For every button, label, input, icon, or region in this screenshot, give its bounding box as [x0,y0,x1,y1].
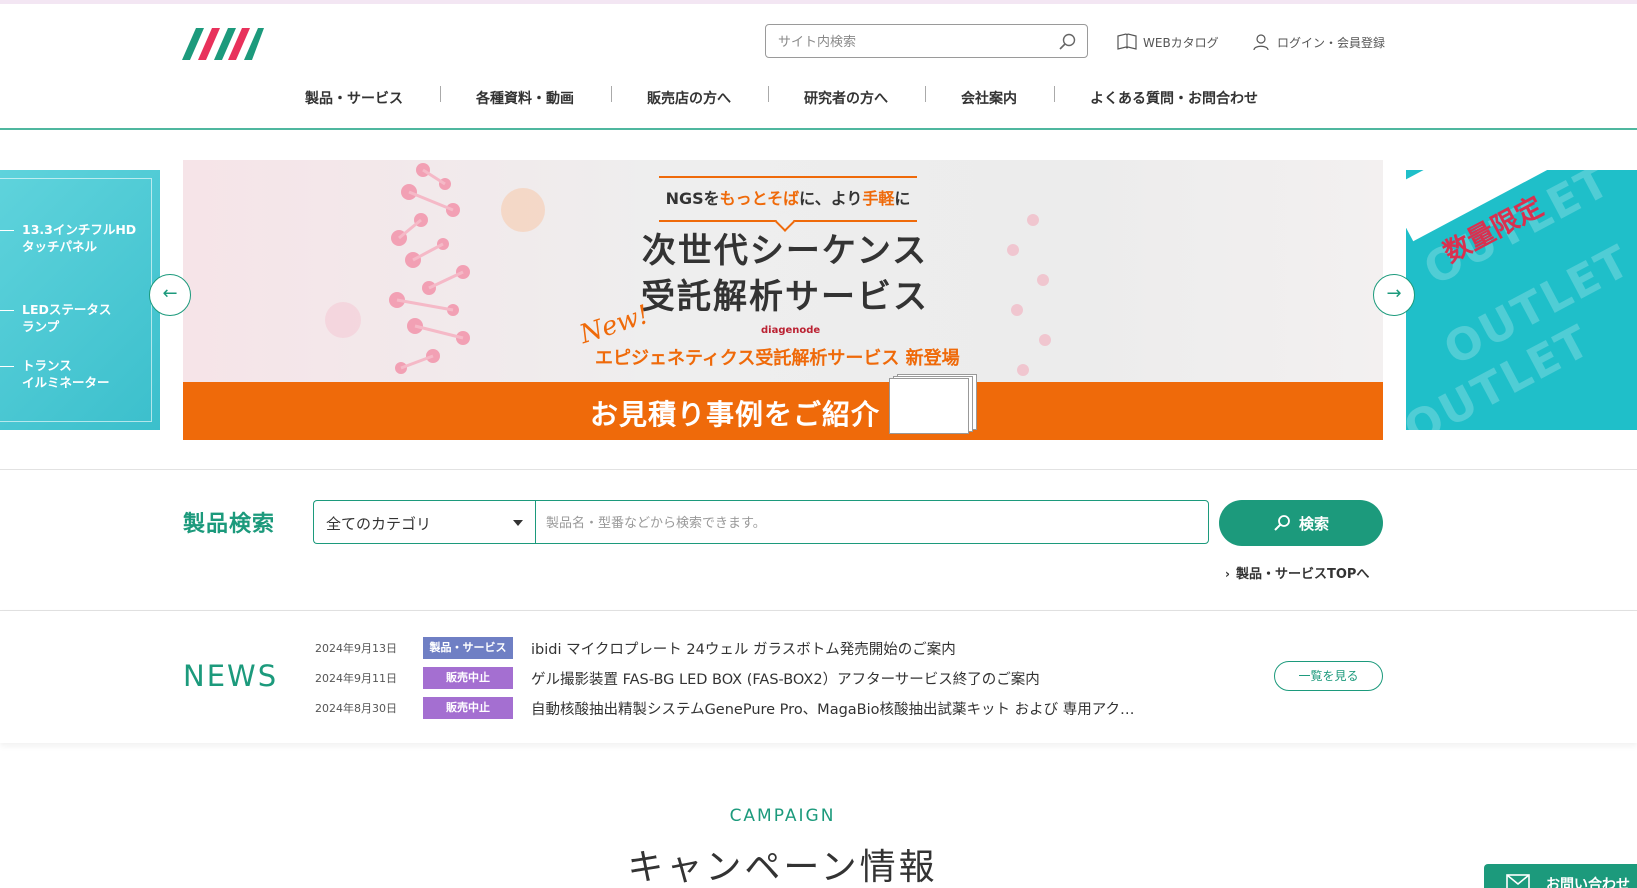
site-header: WEBカタログ ログイン・会員登録 製品・サービス 各種資料・動画 販売店の方へ… [0,4,1637,130]
callout-transilluminator: トランス イルミネーター [22,358,110,390]
gnav-researchers[interactable]: 研究者の方へ [804,88,888,108]
company-logo[interactable] [182,22,264,64]
product-search-field [535,500,1209,544]
news-category-badge: 製品・サービス [423,637,513,659]
callout-line [0,366,14,367]
carousel-slide-prev[interactable]: 13.3インチフルHD タッチパネル LEDステータス ランプ トランス イルミ… [0,170,160,430]
dna-helix-illustration-right [1007,214,1051,376]
hero-subtitle: エピジェネティクス受託解析サービス 新登場 [595,348,960,369]
product-search-section: 製品検索 全てのカテゴリ 検索 › 製品・サービスTOPへ [0,470,1637,611]
product-search-title: 製品検索 [183,512,276,537]
gnav-divider [768,86,769,102]
products-top-link-label: 製品・サービスTOPへ [1235,567,1370,582]
web-catalog-label: WEBカタログ [1143,35,1219,50]
site-search-input[interactable] [778,31,1048,53]
chevron-right-icon: › [1225,567,1230,581]
news-category-badge: 販売中止 [423,667,513,689]
hero-title-line: 受託解析サービス [641,277,929,317]
hero-carousel: 13.3インチフルHD タッチパネル LEDステータス ランプ トランス イルミ… [0,130,1637,470]
search-icon[interactable] [1057,32,1077,52]
news-date: 2024年9月13日 [315,642,397,655]
site-search [765,24,1088,58]
news-section: NEWS 2024年9月13日 製品・サービス ibidi マイクロプレート 2… [0,611,1637,743]
gnav-dealers[interactable]: 販売店の方へ [647,88,731,108]
gnav-products[interactable]: 製品・サービス [305,88,403,108]
search-icon [1274,515,1290,531]
product-search-button[interactable]: 検索 [1219,500,1383,546]
gnav-divider [1054,86,1055,102]
hero-cta-text: お見積り事例をご紹介 [590,398,881,431]
news-date: 2024年9月11日 [315,672,397,685]
user-icon [1253,34,1269,51]
doc-sheet [889,378,969,434]
category-select[interactable]: 全てのカテゴリ [313,500,535,544]
news-title: NEWS [183,659,279,693]
products-top-link[interactable]: › 製品・サービスTOPへ [1225,563,1369,582]
carousel-slide-next[interactable]: OUTLET OUTLET OUTLET 数量限定 [1406,170,1637,430]
global-nav: 製品・サービス 各種資料・動画 販売店の方へ 研究者の方へ 会社案内 よくある質… [0,80,1637,114]
campaign-eyebrow: CAMPAIGN [729,806,836,826]
callout-line [0,310,14,311]
lead-part: に [894,189,911,208]
callout-line [0,230,14,231]
gnav-divider [440,86,441,102]
mail-icon [1506,874,1530,888]
dna-helix-illustration [325,163,545,374]
hero-lead: NGSをもっとそばに、より手軽に [659,176,917,232]
news-headline[interactable]: ゲル撮影装置 FAS-BG LED BOX (FAS-BOX2）アフターサービス… [531,668,1040,689]
gnav-divider [925,86,926,102]
news-headline[interactable]: ibidi マイクロプレート 24ウェル ガラスボトム発売開始のご案内 [531,638,956,659]
product-search-input[interactable] [546,512,1196,534]
news-category-badge: 販売中止 [423,697,513,719]
news-view-all-button[interactable]: 一覧を見る [1274,661,1383,691]
news-date: 2024年8月30日 [315,702,397,715]
web-catalog-link[interactable]: WEBカタログ [1117,33,1219,51]
news-item[interactable]: 2024年9月13日 製品・サービス ibidi マイクロプレート 24ウェル … [315,637,956,659]
carousel-next-button[interactable]: → [1373,274,1415,316]
gnav-faq-contact[interactable]: よくある質問・お問合わせ [1090,88,1258,108]
carousel-prev-button[interactable]: ← [149,274,191,316]
lead-emphasis: 手軽 [862,189,895,208]
hero-title: 次世代シーケンス 受託解析サービス [635,228,935,320]
floating-contact-label: お問い合わせ [1546,877,1630,888]
floating-contact-button[interactable]: お問い合わせ [1484,864,1637,888]
news-item[interactable]: 2024年8月30日 販売中止 自動核酸抽出精製システムGenePure Pro… [315,697,1135,719]
document-stack-icon [889,374,977,434]
lead-emphasis: もっとそば [719,189,800,208]
campaign-heading: キャンペーン情報 [627,847,938,888]
login-link[interactable]: ログイン・会員登録 [1251,33,1385,51]
gnav-materials[interactable]: 各種資料・動画 [476,88,574,108]
product-search-button-label: 検索 [1298,514,1329,533]
lead-part: NGSを [665,189,720,208]
callout-led-lamp: LEDステータス ランプ [22,302,112,334]
category-select-value: 全てのカテゴリ [326,515,432,533]
gnav-company[interactable]: 会社案内 [961,88,1017,108]
diagenode-logo: diagenode [761,325,821,336]
hero-title-line: 次世代シーケンス [641,231,929,271]
login-label: ログイン・会員登録 [1277,35,1386,50]
carousel-slide-active[interactable]: NGSをもっとそばに、より手軽に 次世代シーケンス 受託解析サービス New! … [183,160,1383,440]
gnav-divider [611,86,612,102]
news-headline[interactable]: 自動核酸抽出精製システムGenePure Pro、MagaBio核酸抽出試薬キッ… [531,698,1135,719]
callout-touch-panel: 13.3インチフルHD タッチパネル [22,222,137,254]
book-icon [1117,33,1137,50]
chevron-down-icon [513,520,523,526]
lead-part: に、より [799,189,863,208]
news-item[interactable]: 2024年9月11日 販売中止 ゲル撮影装置 FAS-BG LED BOX (F… [315,667,1040,689]
